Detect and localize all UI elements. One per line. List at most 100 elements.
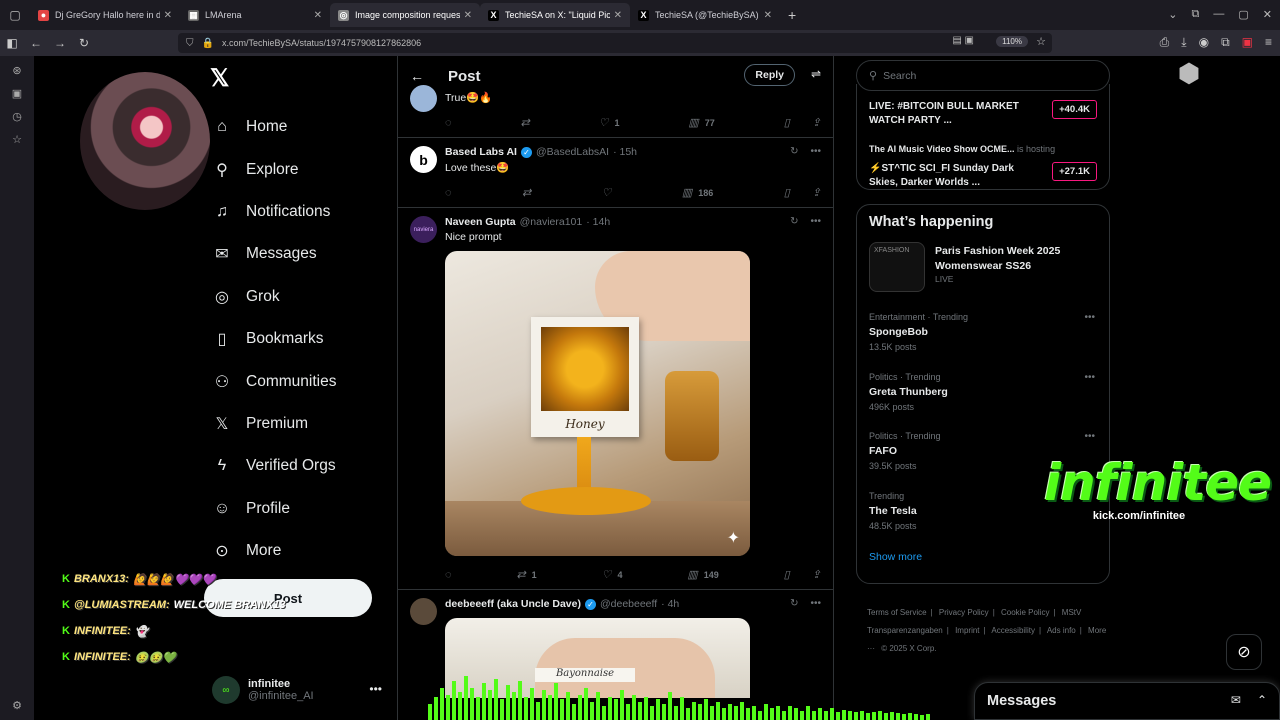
author-name[interactable]: deebeeeff (aka Uncle Dave) bbox=[445, 598, 581, 610]
shield-icon[interactable]: ⛉ bbox=[186, 38, 194, 49]
bookmark-icon[interactable]: ▯ bbox=[784, 568, 790, 581]
footer-link[interactable]: Terms of Service bbox=[867, 608, 927, 617]
live-space-item[interactable]: LIVE: #BITCOIN BULL MARKET WATCH PARTY .… bbox=[869, 94, 1097, 140]
more-icon[interactable]: ••• bbox=[369, 682, 382, 696]
reply-button[interactable]: Reply bbox=[744, 64, 795, 86]
nav-item-premium[interactable]: 𝕏 Premium bbox=[210, 403, 390, 445]
nav-item-explore[interactable]: ⚲ Explore bbox=[210, 148, 390, 190]
url-bar[interactable]: ⛉ 🔒 x.com/TechieBySA/status/197475790812… bbox=[178, 33, 1052, 53]
footer-link[interactable]: Privacy Policy bbox=[939, 608, 989, 617]
menu-icon[interactable]: ≡ bbox=[1265, 35, 1272, 50]
avatar[interactable]: naviera bbox=[410, 216, 437, 243]
extension-icon[interactable]: ▣ bbox=[1242, 35, 1253, 50]
like-action[interactable]: ♡ bbox=[602, 186, 612, 199]
avatar[interactable] bbox=[410, 598, 437, 625]
post-image[interactable]: Honey ✦ bbox=[445, 251, 750, 556]
filter-icon[interactable]: ⇌ bbox=[811, 67, 821, 81]
live-space-item[interactable]: The AI Music Video Show OCME... is hosti… bbox=[869, 144, 1097, 202]
author-name[interactable]: Based Labs AI bbox=[445, 146, 517, 158]
nav-item-grok[interactable]: ◎ Grok bbox=[210, 276, 390, 318]
show-more-link[interactable]: Show more bbox=[869, 551, 1097, 563]
synced-tabs-icon[interactable]: ▣ bbox=[12, 87, 22, 100]
browser-tab[interactable]: X TechieSA (@TechieBySA) / X ✕ bbox=[630, 3, 780, 27]
account-icon[interactable]: ◉ bbox=[1199, 35, 1209, 50]
reply-post[interactable]: naviera Naveen Gupta @naviera101 · 14h ↻… bbox=[398, 208, 833, 590]
views-action[interactable]: ▥ 77 bbox=[688, 116, 714, 129]
views-action[interactable]: ▥ 149 bbox=[687, 568, 718, 581]
browser-tab-active[interactable]: ◎ Image composition request ✕ bbox=[330, 3, 480, 27]
bookmark-icon[interactable]: ▯ bbox=[784, 186, 790, 199]
bookmark-icon[interactable]: ▯ bbox=[784, 116, 790, 129]
footer-link[interactable]: Accessibility bbox=[991, 626, 1035, 635]
grok-button[interactable]: ⊘ bbox=[1226, 634, 1262, 670]
repost-action[interactable]: ⇄ bbox=[520, 116, 529, 129]
footer-link[interactable]: Cookie Policy bbox=[1001, 608, 1049, 617]
extensions-icon[interactable]: ⧉ bbox=[1221, 35, 1230, 50]
history-icon[interactable]: ◷ bbox=[12, 110, 22, 123]
nav-item-messages[interactable]: ✉ Messages bbox=[210, 233, 390, 275]
close-icon[interactable]: ✕ bbox=[164, 10, 172, 21]
expand-icon[interactable]: ⌃ bbox=[1257, 693, 1267, 707]
minimize-icon[interactable]: — bbox=[1213, 8, 1224, 21]
account-switcher[interactable]: ∞ infinitee @infinitee_AI ••• bbox=[212, 670, 382, 710]
x-logo-icon[interactable]: 𝕏 bbox=[210, 64, 229, 93]
close-window-icon[interactable]: ✕ bbox=[1263, 8, 1272, 21]
close-icon[interactable]: ✕ bbox=[614, 10, 622, 21]
views-action[interactable]: ▥ 186 bbox=[682, 186, 713, 199]
reply-action[interactable]: ◌ bbox=[445, 116, 452, 129]
browser-tab[interactable]: ● Dj GreGory Hallo here in da H ✕ bbox=[30, 3, 180, 27]
back-icon[interactable]: ← bbox=[24, 36, 48, 50]
author-handle[interactable]: @deebeeeff bbox=[600, 598, 657, 610]
reload-icon[interactable]: ↻ bbox=[72, 36, 96, 50]
browser-tab[interactable]: ▦ LMArena ✕ bbox=[180, 3, 330, 27]
like-action[interactable]: ♡ 1 bbox=[599, 116, 620, 129]
sidebar-toggle-icon[interactable]: ◧ bbox=[0, 36, 24, 50]
post-time[interactable]: · 15h bbox=[613, 146, 637, 158]
messages-drawer[interactable]: Messages ✉ ⌃ bbox=[974, 682, 1280, 720]
footer-link[interactable]: Ads info bbox=[1047, 626, 1076, 635]
gear-icon[interactable]: ⚙ bbox=[12, 699, 22, 712]
close-icon[interactable]: ✕ bbox=[464, 10, 472, 21]
forward-icon[interactable]: → bbox=[48, 36, 72, 50]
repost-action[interactable]: ⇄ bbox=[522, 186, 531, 199]
avatar[interactable]: b bbox=[410, 146, 437, 173]
download-icon[interactable]: ⤓ bbox=[1181, 35, 1186, 50]
post-time[interactable]: · 4h bbox=[661, 598, 679, 610]
author-handle[interactable]: @BasedLabsAI bbox=[536, 146, 609, 158]
nav-item-home[interactable]: ⌂ Home bbox=[210, 106, 390, 148]
grok-explain-icon[interactable]: ↻ bbox=[790, 146, 798, 157]
url-text[interactable]: x.com/TechieBySA/status/1974757908127862… bbox=[222, 38, 421, 48]
chevron-down-icon[interactable]: ⌄ bbox=[1168, 8, 1177, 21]
more-icon[interactable]: ••• bbox=[1084, 312, 1095, 323]
new-message-icon[interactable]: ✉ bbox=[1231, 693, 1241, 707]
repost-action[interactable]: ⇄ 1 bbox=[516, 568, 536, 581]
reply-post[interactable]: True🤩🔥 ◌ ⇄ ♡ 1 ▥ 77 ▯ ⇪ bbox=[398, 85, 833, 138]
reader-view-icon[interactable]: ▤ ▣ bbox=[952, 35, 974, 46]
lock-icon[interactable]: 🔒 bbox=[202, 38, 214, 49]
author-handle[interactable]: @naviera101 bbox=[520, 216, 583, 228]
maximize-icon[interactable]: ▢ bbox=[1238, 8, 1248, 21]
browser-tab[interactable]: X TechieSA on X: "Liquid Pictures ✕ bbox=[480, 3, 630, 27]
nav-item-bookmarks[interactable]: ▯ Bookmarks bbox=[210, 318, 390, 360]
back-arrow-icon[interactable]: ← bbox=[410, 68, 424, 84]
more-icon[interactable]: ••• bbox=[810, 216, 821, 227]
like-action[interactable]: ♡ 4 bbox=[602, 568, 623, 581]
trend-item[interactable]: Politics · Trending Greta Thunberg 496K … bbox=[869, 372, 1097, 432]
bookmark-star-icon[interactable]: ☆ bbox=[1036, 35, 1046, 48]
grok-explain-icon[interactable]: ↻ bbox=[790, 216, 798, 227]
avatar[interactable] bbox=[410, 85, 437, 112]
footer-link[interactable]: Imprint bbox=[955, 626, 979, 635]
tab-overview-icon[interactable]: ▢ bbox=[8, 8, 22, 22]
share-icon[interactable]: ⇪ bbox=[812, 116, 821, 129]
screenshot-icon[interactable]: ⎙ bbox=[1160, 35, 1170, 50]
more-icon[interactable]: ••• bbox=[810, 598, 821, 609]
new-tab-icon[interactable]: + bbox=[788, 7, 796, 23]
more-icon[interactable]: ••• bbox=[810, 146, 821, 157]
reply-action[interactable]: ◌ bbox=[445, 186, 452, 199]
author-name[interactable]: Naveen Gupta bbox=[445, 216, 516, 228]
share-icon[interactable]: ⇪ bbox=[812, 186, 821, 199]
zoom-level[interactable]: 110% bbox=[996, 36, 1028, 47]
grok-explain-icon[interactable]: ↻ bbox=[790, 598, 798, 609]
featured-event[interactable]: XFASHION Paris Fashion Week 2025 Womensw… bbox=[869, 242, 1097, 312]
restore-icon[interactable]: ⧉ bbox=[1192, 8, 1200, 21]
